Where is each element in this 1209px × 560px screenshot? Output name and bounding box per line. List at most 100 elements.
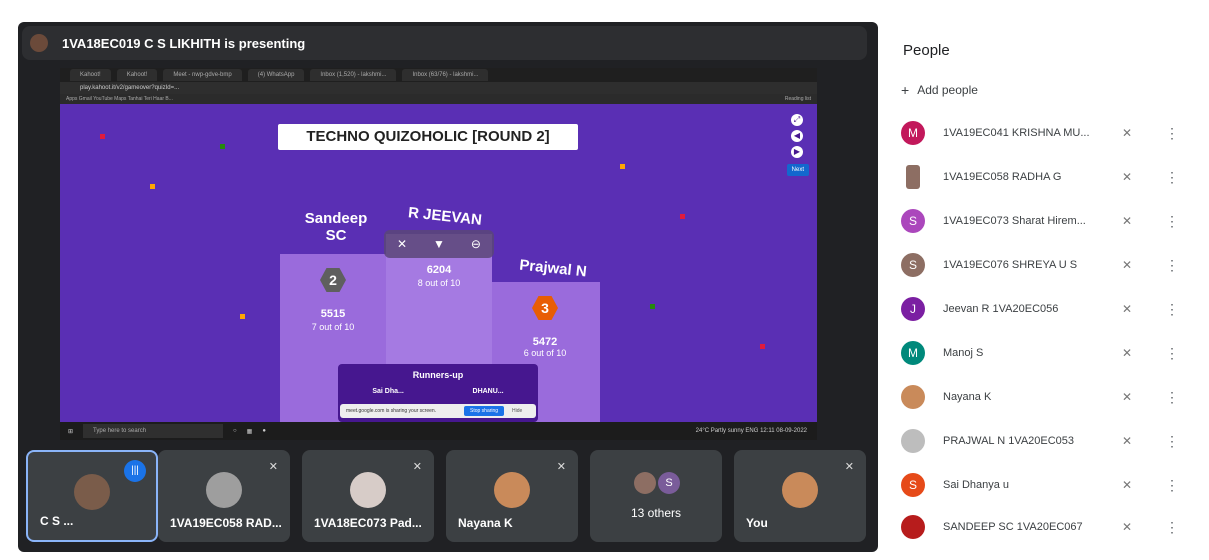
more-options-icon[interactable]: ⋮	[1165, 345, 1179, 362]
chrome-icon[interactable]: ●	[262, 428, 266, 434]
participant-name: Nayana K	[943, 391, 992, 403]
participant-row[interactable]: J Jeevan R 1VA20EC056 ✕ ⋮	[901, 294, 1181, 324]
more-options-icon[interactable]: ⋮	[1165, 389, 1179, 406]
browser-tab[interactable]: Kahoot!	[70, 69, 111, 81]
third-place-detail: 6 out of 10	[523, 348, 567, 358]
runners-up-heading: Runners-up	[412, 370, 464, 380]
first-place-name: R JEEVAN	[407, 204, 483, 229]
taskbar-search[interactable]: Type here to search	[83, 424, 224, 438]
add-people-button[interactable]: + Add people	[901, 82, 978, 98]
stop-sharing-button[interactable]: Stop sharing	[464, 406, 505, 416]
participant-row[interactable]: S Sai Dhanya u ✕ ⋮	[901, 470, 1181, 500]
second-place-score: 5515	[320, 308, 346, 320]
participant-name: 1VA19EC058 RADHA G	[943, 171, 1062, 183]
participant-row[interactable]: M Manoj S ✕ ⋮	[901, 338, 1181, 368]
participant-name: SANDEEP SC 1VA20EC067	[943, 521, 1083, 533]
browser-tab[interactable]: Inbox (1,520) - lakshmi...	[310, 69, 397, 81]
others-count: 13 others	[630, 506, 682, 520]
mic-off-icon: ✕	[1121, 478, 1133, 492]
browser-tab[interactable]: Inbox (63/76) - lakshmi...	[402, 69, 489, 81]
browser-tab[interactable]: Kahoot!	[116, 69, 158, 81]
participant-row[interactable]: PRAJWAL N 1VA20EC053 ✕ ⋮	[901, 426, 1181, 456]
quiz-title: TECHNO QUIZOHOLIC [ROUND 2]	[278, 124, 578, 150]
pin-icon[interactable]: ▼	[433, 237, 445, 251]
more-options-icon[interactable]: ⋮	[1165, 169, 1179, 186]
task-view-icon[interactable]: ○	[233, 428, 237, 434]
confetti	[760, 344, 765, 349]
kahoot-side-controls: ⤢ ◀ ▶	[787, 114, 807, 158]
people-panel: People + Add people M 1VA19EC041 KRISHNA…	[881, 18, 1209, 548]
next-button[interactable]: Next	[786, 164, 809, 176]
more-options-icon[interactable]: ⋮	[1165, 433, 1179, 450]
participant-name: 1VA19EC058 RAD...	[170, 516, 282, 530]
more-options-icon[interactable]: ⋮	[1165, 477, 1179, 494]
first-place-score: 6204	[426, 264, 452, 276]
more-options-icon[interactable]: ⋮	[1165, 213, 1179, 230]
participant-name: 1VA19EC041 KRISHNA MU...	[943, 127, 1090, 139]
participant-tile[interactable]: ||| C S ...	[26, 450, 158, 542]
avatar	[906, 165, 920, 189]
confetti	[220, 144, 225, 149]
mic-off-icon: ✕	[1121, 126, 1133, 140]
more-options-icon[interactable]: ⊖	[471, 237, 481, 251]
mic-off-icon[interactable]: ✕	[397, 237, 407, 251]
bookmarks-list[interactable]: Apps Gmail YouTube Maps Tanhai Teri Haar…	[66, 96, 173, 102]
avatar	[206, 472, 242, 508]
avatar: M	[901, 341, 925, 365]
browser-tab[interactable]: (4) WhatsApp	[247, 69, 305, 81]
confetti	[650, 304, 655, 309]
mic-off-icon: ✕	[1121, 302, 1133, 316]
presenter-label: 1VA18EC019 C S LIKHITH is presenting	[62, 35, 306, 51]
participant-tiles: ||| C S ... ✕ 1VA19EC058 RAD... ✕ 1VA18E…	[26, 450, 876, 542]
participant-tile[interactable]: ✕ Nayana K	[446, 450, 578, 542]
participant-name: 1VA19EC076 SHREYA U S	[943, 259, 1078, 271]
others-tile[interactable]: S 13 others	[590, 450, 722, 542]
hide-button[interactable]: Hide	[512, 404, 522, 418]
more-options-icon[interactable]: ⋮	[1165, 519, 1179, 536]
third-place-badge: 3	[532, 296, 558, 320]
more-options-icon[interactable]: ⋮	[1165, 257, 1179, 274]
participant-row[interactable]: S 1VA19EC073 Sharat Hirem... ✕ ⋮	[901, 206, 1181, 236]
address-bar[interactable]: play.kahoot.it/v2/gameover?quizId=...	[60, 82, 817, 94]
mic-off-icon: ✕	[1121, 346, 1133, 360]
confetti	[100, 134, 105, 139]
share-notice-text: meet.google.com is sharing your screen.	[346, 408, 437, 414]
participant-tile[interactable]: ✕ 1VA18EC073 Pad...	[302, 450, 434, 542]
windows-start-icon[interactable]: ⊞	[68, 428, 73, 435]
participant-row[interactable]: 1VA19EC058 RADHA G ✕ ⋮	[901, 162, 1181, 192]
third-place-score: 5472	[532, 336, 558, 348]
avatar: S	[901, 473, 925, 497]
avatar	[782, 472, 818, 508]
participant-name: Jeevan R 1VA20EC056	[943, 303, 1059, 315]
participant-name: Manoj S	[943, 347, 984, 359]
confetti	[680, 214, 685, 219]
fullscreen-icon[interactable]: ⤢	[791, 114, 803, 126]
speaking-indicator-icon: |||	[124, 460, 146, 482]
shared-screen: Kahoot! Kahoot! Meet - nwp-gdve-bmp (4) …	[60, 68, 817, 440]
browser-tab[interactable]: Meet - nwp-gdve-bmp	[163, 69, 242, 81]
sound-icon[interactable]: ◀	[791, 130, 803, 142]
participant-tile[interactable]: ✕ 1VA19EC058 RAD...	[158, 450, 290, 542]
add-person-icon: +	[901, 82, 910, 98]
meet-window: 1VA18EC019 C S LIKHITH is presenting Kah…	[0, 0, 1209, 560]
skip-icon[interactable]: ▶	[791, 146, 803, 158]
participant-row[interactable]: SANDEEP SC 1VA20EC067 ✕ ⋮	[901, 512, 1181, 542]
second-place-detail: 7 out of 10	[311, 322, 355, 332]
participant-row[interactable]: M 1VA19EC041 KRISHNA MU... ✕ ⋮	[901, 118, 1181, 148]
more-options-icon[interactable]: ⋮	[1165, 301, 1179, 318]
participant-row[interactable]: S 1VA19EC076 SHREYA U S ✕ ⋮	[901, 250, 1181, 280]
participant-tile[interactable]: ✕ You	[734, 450, 866, 542]
more-options-icon[interactable]: ⋮	[1165, 125, 1179, 142]
runner-up-name: DHANU...	[472, 388, 504, 395]
first-place-detail: 8 out of 10	[417, 278, 461, 288]
participant-name: C S ...	[40, 514, 74, 528]
mic-off-icon: ✕	[556, 461, 566, 473]
avatar	[74, 474, 110, 510]
file-explorer-icon[interactable]: ▦	[247, 428, 253, 435]
participant-row[interactable]: Nayana K ✕ ⋮	[901, 382, 1181, 412]
avatar: S	[658, 472, 680, 494]
kahoot-podium-screen: TECHNO QUIZOHOLIC [ROUND 2] ⤢ ◀ ▶ Next S…	[60, 104, 817, 422]
confetti	[240, 314, 245, 319]
reading-list[interactable]: Reading list	[785, 94, 817, 104]
participant-name: Nayana K	[458, 516, 513, 530]
